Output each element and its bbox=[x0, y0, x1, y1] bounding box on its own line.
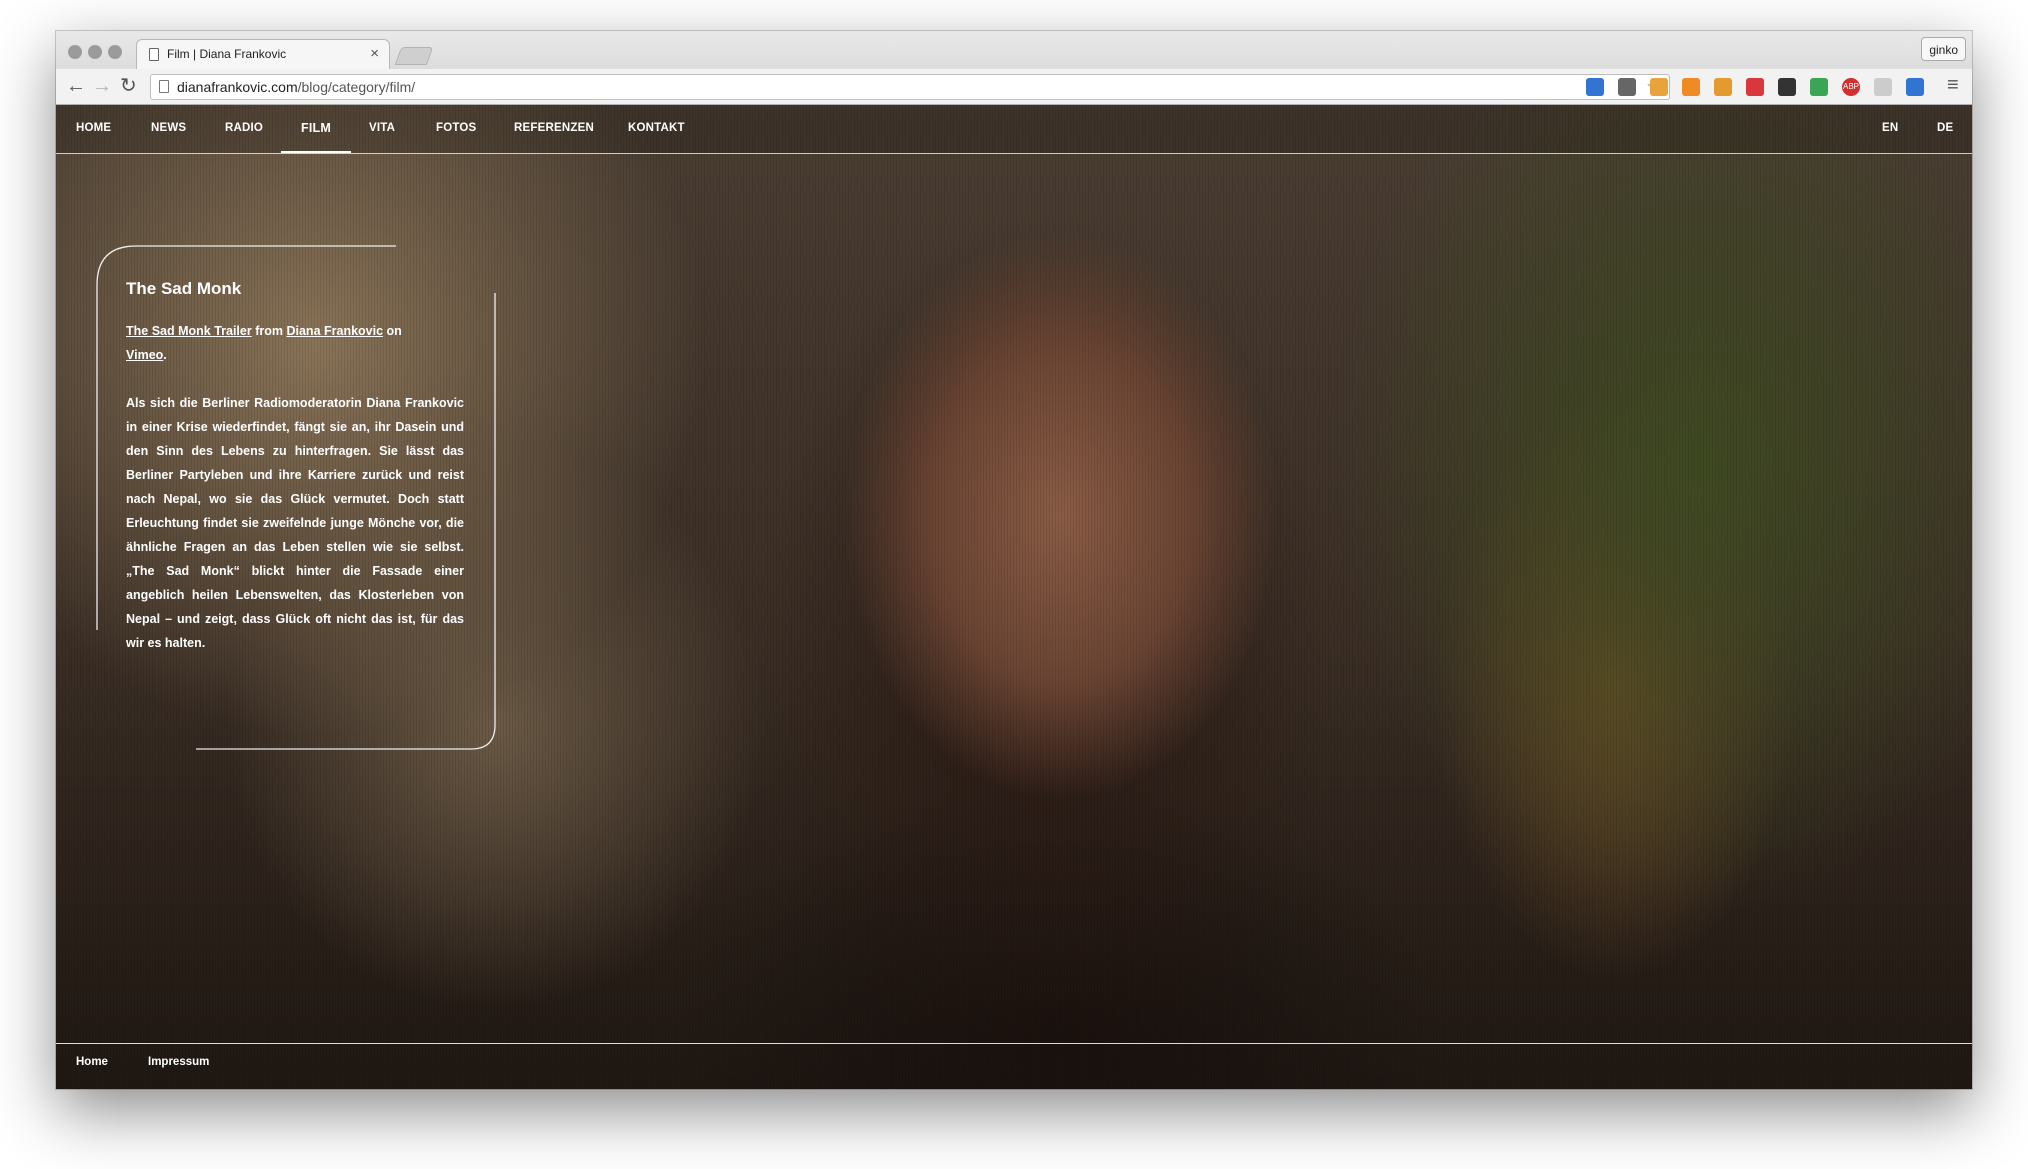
nav-film[interactable]: FILM bbox=[301, 121, 331, 135]
delicious-icon[interactable] bbox=[1586, 78, 1604, 96]
grid-icon[interactable] bbox=[1746, 78, 1764, 96]
adblock-icon[interactable]: ABP bbox=[1842, 78, 1860, 96]
color-palette-icon[interactable] bbox=[1810, 78, 1828, 96]
page-viewport: HOME NEWS RADIO FILM VITA FOTOS REFERENZ… bbox=[56, 105, 1972, 1089]
tab-title: Film | Diana Frankovic bbox=[167, 47, 287, 61]
delicious-icon-2[interactable] bbox=[1906, 78, 1924, 96]
author-link[interactable]: Diana Frankovic bbox=[286, 324, 383, 338]
footer-home-link[interactable]: Home bbox=[76, 1056, 108, 1068]
window-minimize-dot[interactable] bbox=[88, 45, 102, 59]
address-bar[interactable]: dianafrankovic.com/blog/category/film/ ☆ bbox=[150, 74, 1670, 100]
post-description: Als sich die Berliner Radiomoderatorin D… bbox=[126, 396, 464, 650]
browser-tab-bar: Film | Diana Frankovic × ginko bbox=[56, 31, 1972, 70]
nav-fotos[interactable]: FOTOS bbox=[436, 122, 476, 134]
chart-icon[interactable] bbox=[1682, 78, 1700, 96]
nav-radio[interactable]: RADIO bbox=[225, 122, 263, 134]
bookmark-tag-icon[interactable] bbox=[1650, 78, 1668, 96]
footer-impressum-link[interactable]: Impressum bbox=[148, 1056, 209, 1068]
nav-active-underline bbox=[281, 151, 351, 153]
nav-news[interactable]: NEWS bbox=[151, 122, 186, 134]
vimeo-link[interactable]: Vimeo bbox=[126, 348, 163, 362]
star-filled-icon[interactable] bbox=[1778, 78, 1796, 96]
from-text: from bbox=[255, 324, 283, 338]
inactive-extension-icon[interactable] bbox=[1874, 78, 1892, 96]
profile-button[interactable]: ginko bbox=[1921, 37, 1966, 61]
page-info-icon bbox=[159, 80, 169, 93]
post-title: The Sad Monk bbox=[126, 279, 242, 298]
browser-window: Film | Diana Frankovic × ginko ← → ↻ dia… bbox=[56, 31, 1972, 1089]
new-tab-button[interactable] bbox=[394, 47, 434, 65]
url-text[interactable]: dianafrankovic.com/blog/category/film/ bbox=[177, 79, 415, 95]
trailer-link[interactable]: The Sad Monk Trailer bbox=[126, 324, 252, 338]
site-footer: Home Impressum bbox=[56, 1043, 1972, 1089]
tab-close-icon[interactable]: × bbox=[370, 45, 379, 62]
nav-referenzen[interactable]: REFERENZEN bbox=[514, 122, 594, 134]
lang-de[interactable]: DE bbox=[1937, 122, 1953, 134]
on-text: on bbox=[386, 324, 402, 338]
period-text: . bbox=[163, 348, 167, 362]
nav-vita[interactable]: VITA bbox=[369, 122, 395, 134]
browser-tab-active[interactable]: Film | Diana Frankovic × bbox=[136, 39, 390, 69]
lock-icon[interactable] bbox=[1714, 78, 1732, 96]
post-panel: The Sad Monk The Sad Monk Trailer from D… bbox=[96, 245, 496, 750]
post-body: The Sad Monk Trailer from Diana Frankovi… bbox=[126, 319, 464, 679]
video-credit: The Sad Monk Trailer from Diana Frankovi… bbox=[126, 319, 464, 367]
nav-kontakt[interactable]: KONTAKT bbox=[628, 122, 685, 134]
url-domain: dianafrankovic.com bbox=[177, 79, 298, 95]
window-zoom-dot[interactable] bbox=[108, 45, 122, 59]
url-path: /blog/category/film/ bbox=[297, 79, 416, 95]
window-close-dot[interactable] bbox=[68, 45, 82, 59]
nav-home[interactable]: HOME bbox=[76, 122, 111, 134]
site-navigation: HOME NEWS RADIO FILM VITA FOTOS REFERENZ… bbox=[56, 105, 1972, 154]
reload-icon[interactable]: ↻ bbox=[120, 75, 137, 97]
page-icon bbox=[149, 48, 159, 61]
back-arrow-icon[interactable]: ← bbox=[66, 75, 86, 97]
lang-en[interactable]: EN bbox=[1882, 122, 1898, 134]
forward-arrow-icon[interactable]: → bbox=[92, 75, 112, 97]
eyedropper-icon[interactable] bbox=[1618, 78, 1636, 96]
menu-icon[interactable]: ≡ bbox=[1947, 74, 1959, 96]
browser-toolbar: ← → ↻ dianafrankovic.com/blog/category/f… bbox=[56, 69, 1972, 105]
